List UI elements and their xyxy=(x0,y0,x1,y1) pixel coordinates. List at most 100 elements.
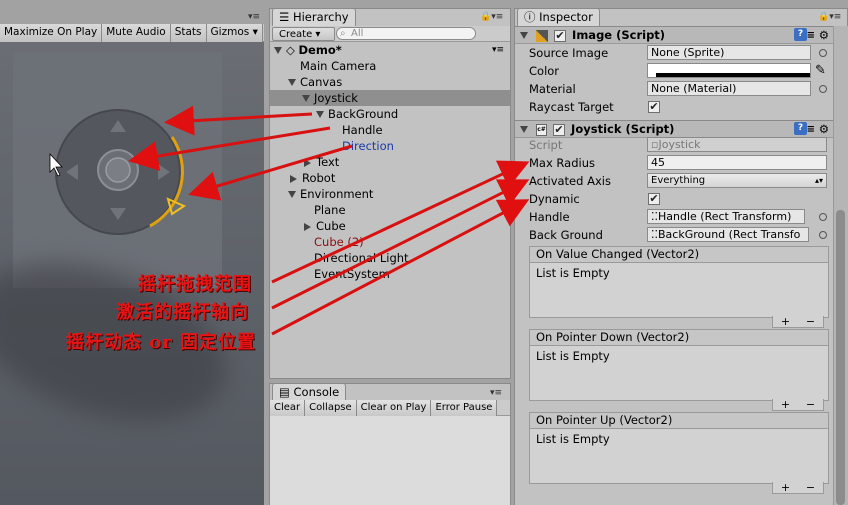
console-log[interactable] xyxy=(270,416,510,505)
search-input[interactable]: ⌕ All xyxy=(336,27,476,40)
expand-triangle-icon[interactable] xyxy=(302,95,310,102)
search-placeholder: All xyxy=(351,28,364,39)
tree-item-plane[interactable]: Plane xyxy=(270,202,510,218)
tree-item-background[interactable]: BackGround xyxy=(270,106,510,122)
unity-scene-icon: ◇ xyxy=(286,43,295,57)
tree-item-main-camera[interactable]: Main Camera xyxy=(270,58,510,74)
handle-field[interactable]: ⁚⁚Handle (Rect Transform) xyxy=(647,209,805,224)
color-label: Color xyxy=(529,64,560,78)
remove-button[interactable]: − xyxy=(806,399,815,410)
object-picker-icon[interactable] xyxy=(819,231,827,239)
tree-item-label: Cube (2) xyxy=(314,235,364,249)
collapsed-triangle-icon[interactable] xyxy=(290,174,297,183)
handle-row: Handle ⁚⁚Handle (Rect Transform) xyxy=(515,208,833,226)
foldout-triangle-icon[interactable] xyxy=(520,126,528,133)
scrollbar-thumb[interactable] xyxy=(836,210,845,505)
max-radius-input[interactable]: 45 xyxy=(647,155,827,170)
annotation-drag-range: 摇杆拖拽范围 xyxy=(138,274,252,295)
dynamic-label: Dynamic xyxy=(529,192,580,206)
clear-on-play-button[interactable]: Clear on Play xyxy=(356,400,432,416)
tree-item-label: Demo* xyxy=(298,43,342,57)
joystick-enabled-checkbox[interactable]: ✔ xyxy=(553,124,566,136)
scene-menu-icon[interactable]: ▾≡ xyxy=(492,42,504,58)
source-image-row: Source Image None (Sprite) xyxy=(515,44,833,62)
script-row: Script ▫Joystick xyxy=(515,136,833,154)
handle-value: Handle (Rect Transform) xyxy=(658,210,792,223)
console-icon: ▤ xyxy=(279,385,290,399)
object-picker-icon[interactable] xyxy=(819,213,827,221)
object-picker-icon[interactable] xyxy=(819,49,827,57)
tree-item-eventsystem[interactable]: EventSystem xyxy=(270,266,510,282)
event-title: On Pointer Down (Vector2) xyxy=(530,330,828,346)
dropdown-arrow-icon: ▴▾ xyxy=(814,176,823,185)
create-dropdown[interactable]: Create ▾ xyxy=(272,27,336,41)
dynamic-checkbox[interactable]: ✔ xyxy=(648,193,660,205)
object-picker-icon[interactable] xyxy=(819,85,827,93)
game-toolbar: Maximize On Play Mute Audio Stats Gizmos… xyxy=(0,24,264,42)
tree-item-demo[interactable]: ◇ Demo* ▾≡ xyxy=(270,42,510,58)
add-button[interactable]: + xyxy=(781,482,790,493)
lock-icon[interactable]: 🔒▾≡ xyxy=(480,12,503,22)
script-label: Script xyxy=(529,138,563,152)
expand-triangle-icon[interactable] xyxy=(316,111,324,118)
tab-hierarchy[interactable]: ☰ Hierarchy xyxy=(272,8,356,26)
tree-item-direction[interactable]: Direction xyxy=(270,138,510,154)
tree-item-canvas[interactable]: Canvas xyxy=(270,74,510,90)
activated-axis-dropdown[interactable]: Everything ▴▾ xyxy=(647,173,827,188)
tree-item-directional-light[interactable]: Directional Light xyxy=(270,250,510,266)
foldout-triangle-icon[interactable] xyxy=(520,32,528,39)
image-component-header[interactable]: ✔ Image (Script) ? ≡ ⚙ xyxy=(515,26,833,44)
tree-item-joystick[interactable]: Joystick xyxy=(270,90,510,106)
on-value-changed-event: On Value Changed (Vector2) List is Empty… xyxy=(529,246,829,328)
lock-icon[interactable]: 🔒▾≡ xyxy=(818,12,841,22)
maximize-on-play-button[interactable]: Maximize On Play xyxy=(0,24,103,42)
panel-menu-icon[interactable]: ▾≡ xyxy=(490,388,502,398)
clear-button[interactable]: Clear xyxy=(270,400,306,416)
preset-icon[interactable]: ≡ xyxy=(807,27,815,44)
expand-triangle-icon[interactable] xyxy=(288,79,296,86)
tree-item-label: Plane xyxy=(314,203,346,217)
background-value: BackGround (Rect Transfo xyxy=(658,228,801,241)
expand-triangle-icon[interactable] xyxy=(288,191,296,198)
material-field[interactable]: None (Material) xyxy=(647,81,811,96)
color-field[interactable] xyxy=(647,63,811,78)
tree-item-handle[interactable]: Handle xyxy=(270,122,510,138)
event-footer: + − xyxy=(772,399,824,411)
rect-transform-icon: ⁚⁚ xyxy=(651,228,658,241)
tree-item-label: Handle xyxy=(342,123,383,137)
create-label: Create xyxy=(279,29,313,40)
tree-item-robot[interactable]: Robot xyxy=(270,170,510,186)
gear-icon[interactable]: ⚙ xyxy=(819,27,829,44)
tree-item-text[interactable]: Text xyxy=(270,154,510,170)
error-pause-button[interactable]: Error Pause xyxy=(431,400,498,416)
material-row: Material None (Material) xyxy=(515,80,833,98)
tree-item-cube[interactable]: Cube xyxy=(270,218,510,234)
tree-item-cube-2[interactable]: Cube (2) xyxy=(270,234,510,250)
mute-audio-button[interactable]: Mute Audio xyxy=(102,24,171,42)
component-title: Joystick (Script) xyxy=(571,122,675,136)
remove-button[interactable]: − xyxy=(806,482,815,493)
script-value: Joystick xyxy=(658,138,701,151)
remove-button[interactable]: − xyxy=(806,316,815,327)
stats-button[interactable]: Stats xyxy=(170,24,207,42)
tree-item-environment[interactable]: Environment xyxy=(270,186,510,202)
tab-console[interactable]: ▤ Console xyxy=(272,383,347,401)
image-enabled-checkbox[interactable]: ✔ xyxy=(554,30,567,42)
collapse-button[interactable]: Collapse xyxy=(305,400,357,416)
collapsed-triangle-icon[interactable] xyxy=(304,222,311,231)
raycast-checkbox[interactable]: ✔ xyxy=(648,101,660,113)
source-image-label: Source Image xyxy=(529,46,609,60)
color-row: Color ✎ xyxy=(515,62,833,80)
panel-menu-icon[interactable]: ▾≡ xyxy=(248,12,260,22)
add-button[interactable]: + xyxy=(781,316,790,327)
help-icon[interactable]: ? xyxy=(794,28,807,41)
background-field[interactable]: ⁚⁚BackGround (Rect Transfo xyxy=(647,227,809,242)
source-image-field[interactable]: None (Sprite) xyxy=(647,45,811,60)
help-icon[interactable]: ? xyxy=(794,122,807,135)
tab-inspector[interactable]: ⓘ Inspector xyxy=(517,8,600,26)
collapsed-triangle-icon[interactable] xyxy=(304,158,311,167)
eyedropper-icon[interactable]: ✎ xyxy=(815,62,826,80)
gizmos-dropdown[interactable]: Gizmos ▾ xyxy=(206,24,263,42)
add-button[interactable]: + xyxy=(781,399,790,410)
expand-triangle-icon[interactable] xyxy=(274,47,282,54)
